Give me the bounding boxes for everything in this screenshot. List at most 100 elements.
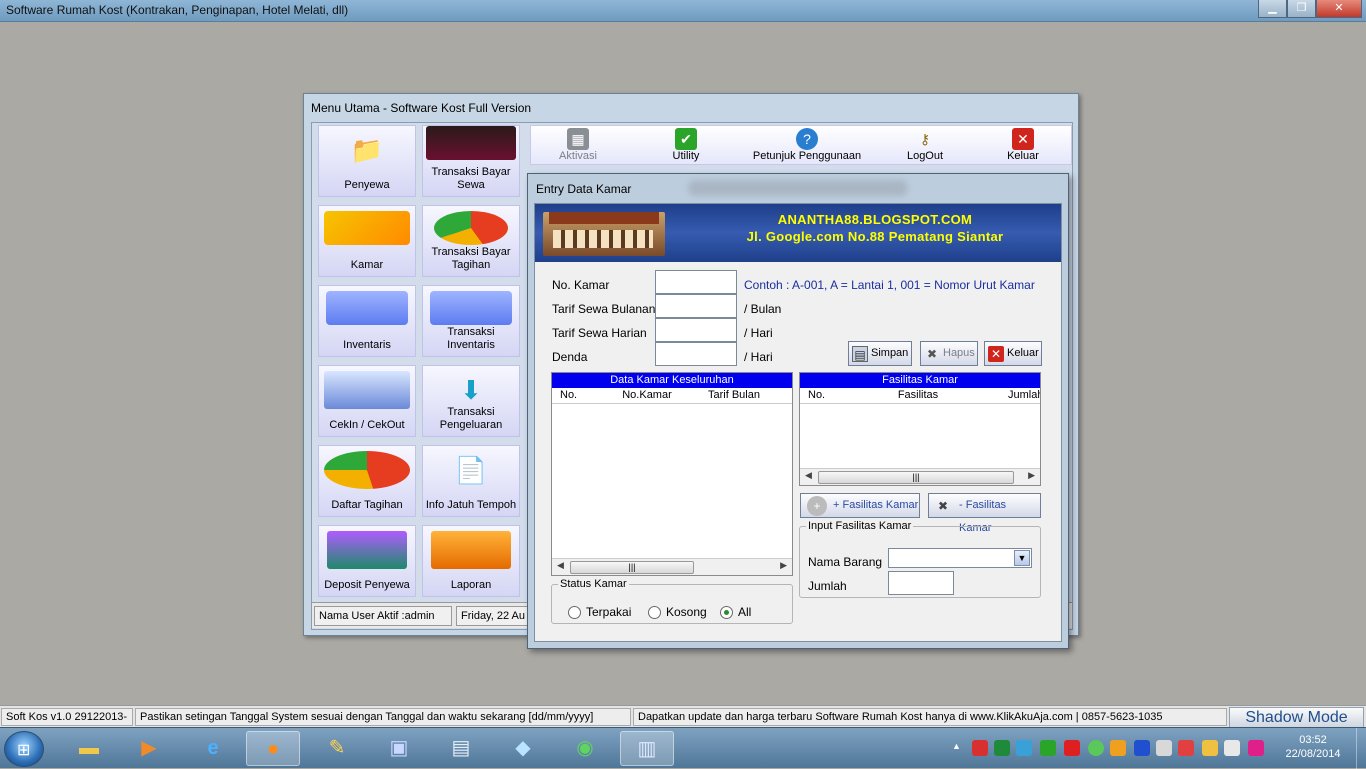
denda-unit: / Hari: [744, 350, 773, 364]
globe-icon[interactable]: ◉: [558, 731, 612, 766]
tray-flag-icon[interactable]: [1178, 740, 1194, 756]
petunjuk-button[interactable]: ? Petunjuk Penggunaan: [751, 128, 863, 162]
tile-cekin-cekout[interactable]: CekIn / CekOut: [318, 365, 416, 437]
tarif-harian-input[interactable]: [655, 318, 737, 342]
column-header[interactable]: No.: [808, 388, 825, 403]
jumlah-input[interactable]: [888, 571, 954, 595]
data-kamar-title: Data Kamar Keseluruhan: [552, 373, 792, 388]
fasilitas-list[interactable]: Fasilitas Kamar No. Fasilitas Jumlah ◀ |…: [799, 372, 1041, 486]
close-window-button[interactable]: ✕: [1316, 0, 1362, 18]
internet-explorer-icon[interactable]: e: [186, 731, 240, 766]
clock[interactable]: 03:52 22/08/2014: [1276, 733, 1350, 761]
denda-input[interactable]: [655, 342, 737, 366]
download-arrow-icon: ⬇: [460, 375, 482, 405]
radio-kosong-label[interactable]: Kosong: [666, 605, 707, 619]
file-stack-icon: [324, 371, 410, 409]
chevron-down-icon[interactable]: ▼: [1014, 550, 1030, 566]
media-player-icon[interactable]: ▶: [122, 731, 176, 766]
tarif-bulanan-input[interactable]: [655, 294, 737, 318]
fasilitas-columns: No. Fasilitas Jumlah: [800, 388, 1040, 404]
firefox-icon[interactable]: ●: [246, 731, 300, 766]
tray-globe-icon[interactable]: [1088, 740, 1104, 756]
scroll-left-icon[interactable]: ◀: [557, 560, 564, 571]
tray-sync-icon[interactable]: [1110, 740, 1126, 756]
maximize-button[interactable]: ❐: [1287, 0, 1316, 18]
keluar-button[interactable]: ✕ Keluar: [984, 341, 1042, 366]
presentation-icon[interactable]: ▣: [372, 731, 426, 766]
tray-app-icon[interactable]: [972, 740, 988, 756]
tile-laporan[interactable]: Laporan: [422, 525, 520, 597]
building-image: [543, 212, 665, 256]
column-header[interactable]: No.: [560, 388, 577, 403]
tile-transaksi-pengeluaran[interactable]: ⬇ Transaksi Pengeluaran: [422, 365, 520, 437]
column-header[interactable]: Jumlah: [1008, 388, 1040, 403]
radio-terpakai[interactable]: [568, 606, 581, 619]
scroll-thumb[interactable]: |||: [570, 561, 694, 574]
pen-app-icon[interactable]: ◆: [496, 731, 550, 766]
money-box-icon: [327, 531, 407, 569]
radio-all-label[interactable]: All: [738, 605, 751, 619]
scroll-thumb[interactable]: |||: [818, 471, 1014, 484]
show-desktop-button[interactable]: [1356, 728, 1366, 769]
user-folder-icon: 📁: [350, 135, 384, 165]
input-fasilitas-title: Input Fasilitas Kamar: [808, 520, 912, 532]
tile-kamar[interactable]: Kamar: [318, 205, 416, 277]
tile-inventaris[interactable]: Inventaris: [318, 285, 416, 357]
logout-button[interactable]: ⚷ LogOut: [899, 128, 951, 162]
taskbar: ⊞ ▬ ▶ e ● ✎ ▣ ▤ ◆ ◉ ▥ ▲ 03:52 22/08/2014: [0, 727, 1366, 769]
tile-info-jatuh-tempoh[interactable]: 📄 Info Jatuh Tempoh: [422, 445, 520, 517]
scroll-right-icon[interactable]: ▶: [780, 560, 787, 571]
tile-deposit-penyewa[interactable]: Deposit Penyewa: [318, 525, 416, 597]
utility-button[interactable]: ✔ Utility: [661, 128, 711, 162]
tambah-fasilitas-button[interactable]: + + Fasilitas Kamar: [800, 493, 920, 518]
radio-kosong[interactable]: [648, 606, 661, 619]
minimize-button[interactable]: ▁: [1258, 0, 1287, 18]
tray-update-icon[interactable]: [1040, 740, 1056, 756]
column-header[interactable]: Fasilitas: [860, 388, 976, 403]
tile-transaksi-bayar-tagihan[interactable]: Transaksi Bayar Tagihan: [422, 205, 520, 277]
tray-power-icon[interactable]: [1202, 740, 1218, 756]
tray-device-icon[interactable]: [1156, 740, 1172, 756]
data-kamar-list[interactable]: Data Kamar Keseluruhan No. No.Kamar Tari…: [551, 372, 793, 576]
scroll-left-icon[interactable]: ◀: [805, 470, 812, 481]
tile-transaksi-inventaris[interactable]: Transaksi Inventaris: [422, 285, 520, 357]
simpan-button[interactable]: ▤ Simpan: [848, 341, 912, 366]
radio-terpakai-label[interactable]: Terpakai: [586, 605, 631, 619]
show-hidden-icons[interactable]: ▲: [952, 741, 961, 751]
data-kamar-scrollbar[interactable]: ◀ ||| ▶: [552, 558, 792, 575]
input-fasilitas-group: Input Fasilitas Kamar Nama Barang ▼ Juml…: [799, 520, 1041, 598]
tray-shield-icon[interactable]: [1064, 740, 1080, 756]
hapus-button[interactable]: ✖ Hapus: [920, 341, 978, 366]
tray-s-icon[interactable]: [1248, 740, 1264, 756]
dark-folder-icon: [426, 126, 516, 160]
tarif-bulanan-label: Tarif Sewa Bulanan: [552, 302, 656, 316]
volume-icon[interactable]: [1224, 740, 1240, 756]
entry-dialog-title: Entry Data Kamar: [536, 182, 632, 196]
aktivasi-button[interactable]: ▦ Aktivasi: [553, 128, 603, 162]
scroll-right-icon[interactable]: ▶: [1028, 470, 1035, 481]
notepad-icon[interactable]: ✎: [310, 731, 364, 766]
column-header[interactable]: No.Kamar: [611, 388, 683, 403]
no-kamar-input[interactable]: [655, 270, 737, 294]
start-button[interactable]: ⊞: [4, 731, 44, 767]
nama-barang-select[interactable]: ▼: [888, 548, 1032, 568]
clock-date: 22/08/2014: [1285, 748, 1341, 760]
hapus-fasilitas-button[interactable]: ✖ - Fasilitas Kamar: [928, 493, 1041, 534]
tile-penyewa[interactable]: 📁 Penyewa: [318, 125, 416, 197]
fasilitas-scrollbar[interactable]: ◀ ||| ▶: [800, 468, 1040, 485]
tile-transaksi-bayar-sewa[interactable]: Transaksi Bayar Sewa: [422, 125, 520, 197]
entry-data-kamar-dialog: Entry Data Kamar ANANTHA88.BLOGSPOT.COM …: [527, 173, 1069, 649]
tile-daftar-tagihan[interactable]: Daftar Tagihan: [318, 445, 416, 517]
bluetooth-icon[interactable]: [1134, 740, 1150, 756]
soft-kos-icon[interactable]: ▥: [620, 731, 674, 766]
shadow-mode-button[interactable]: Shadow Mode: [1229, 707, 1364, 728]
tray-network-icon[interactable]: [1016, 740, 1032, 756]
radio-all[interactable]: [720, 606, 733, 619]
help-icon: ?: [796, 128, 818, 150]
column-header[interactable]: Tarif Bulan: [698, 388, 770, 403]
blurred-title-overlay: [688, 180, 908, 196]
file-explorer-icon[interactable]: ▬: [62, 731, 116, 766]
keluar-toolbar-button[interactable]: ✕ Keluar: [1001, 128, 1045, 162]
window-app-icon[interactable]: ▤: [434, 731, 488, 766]
tray-check-icon[interactable]: [994, 740, 1010, 756]
